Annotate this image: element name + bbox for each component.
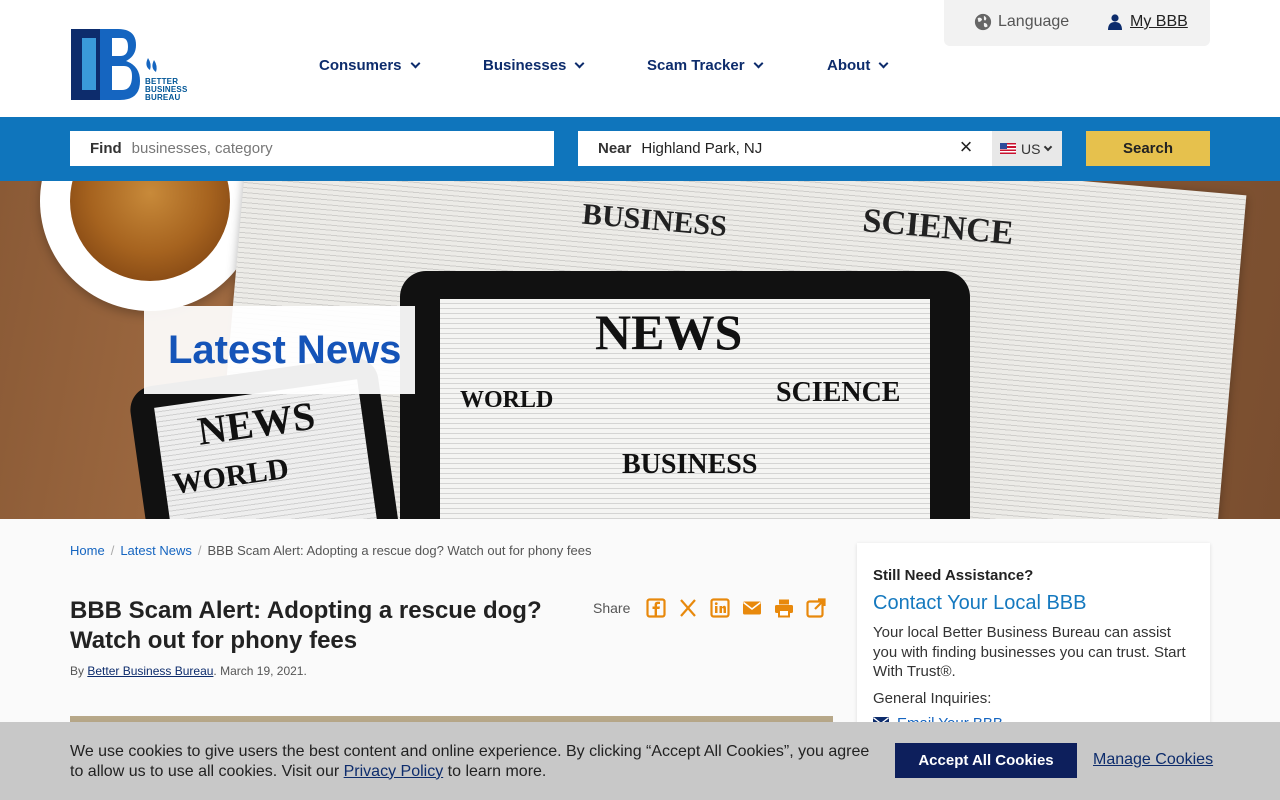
manage-cookies-link[interactable]: Manage Cookies	[1093, 751, 1213, 769]
sidebar-kicker: Still Need Assistance?	[873, 567, 1034, 584]
paper-headline: SCIENCE	[861, 202, 1015, 253]
chevron-down-icon	[753, 58, 764, 68]
user-icon	[1108, 14, 1122, 30]
article-byline: By Better Business Bureau. March 19, 202…	[70, 664, 307, 678]
print-icon[interactable]	[774, 598, 794, 618]
tablet-headline: SCIENCE	[776, 377, 901, 408]
tablet-headline: NEWS	[595, 304, 743, 360]
chevron-down-icon	[410, 58, 420, 68]
article-date: . March 19, 2021.	[213, 664, 307, 678]
tablet-headline: WORLD	[460, 387, 554, 413]
cookie-text-after: to learn more.	[443, 762, 547, 780]
breadcrumb-latest-news[interactable]: Latest News	[120, 543, 192, 558]
email-icon[interactable]	[742, 598, 762, 618]
sidebar-general-inquiries: General Inquiries:	[873, 689, 992, 707]
site-header: BETTER BUSINESS BUREAU Language My BBB C…	[0, 0, 1280, 117]
tablet-image: NEWS WORLD SCIENCE BUSINESS	[400, 271, 970, 519]
phone-screen: NEWS WORLD	[154, 379, 383, 519]
bbb-logo[interactable]: BETTER BUSINESS BUREAU	[70, 28, 190, 102]
linkedin-icon[interactable]	[710, 598, 730, 618]
phone-headline: WORLD	[170, 451, 291, 501]
near-input[interactable]	[641, 140, 932, 157]
nav-scam-tracker-label: Scam Tracker	[647, 56, 745, 74]
find-box: Find	[70, 131, 554, 166]
tablet-headline: BUSINESS	[622, 449, 758, 480]
sidebar-title: Contact Your Local BBB	[873, 592, 1087, 614]
search-band: Find Near × US Search	[0, 117, 1280, 181]
globe-icon	[974, 13, 992, 31]
chevron-down-icon	[1044, 142, 1053, 151]
hero-title: Latest News	[168, 327, 402, 372]
utility-bar: Language My BBB	[944, 0, 1210, 46]
hero-title-box: Latest News	[144, 306, 415, 394]
breadcrumb-current: BBB Scam Alert: Adopting a rescue dog? W…	[207, 543, 592, 558]
paper-headline: BUSINESS	[580, 197, 729, 244]
privacy-policy-link[interactable]: Privacy Policy	[344, 763, 444, 780]
chevron-down-icon	[574, 58, 585, 68]
accept-cookies-button[interactable]: Accept All Cookies	[895, 743, 1077, 778]
logo-wordmark: BETTER BUSINESS BUREAU	[145, 78, 188, 102]
external-link-icon[interactable]	[806, 598, 826, 618]
search-button[interactable]: Search	[1086, 131, 1210, 166]
language-selector[interactable]: Language	[974, 13, 1069, 31]
nav-businesses[interactable]: Businesses	[483, 56, 585, 74]
x-icon[interactable]	[678, 598, 698, 618]
country-selector[interactable]: US	[992, 131, 1062, 166]
my-bbb-label: My BBB	[1130, 13, 1188, 30]
cookie-text: We use cookies to give users the best co…	[70, 742, 870, 781]
near-label: Near	[598, 140, 632, 157]
language-label: Language	[998, 13, 1070, 30]
near-box: Near ×	[578, 131, 992, 166]
sidebar-body: Your local Better Business Bureau can as…	[873, 624, 1186, 680]
my-bbb-link[interactable]: My BBB	[1108, 13, 1188, 31]
nav-about[interactable]: About	[827, 56, 889, 74]
article-title: BBB Scam Alert: Adopting a rescue dog? W…	[70, 597, 542, 654]
hero-banner: BUSINESS SCIENCE NEWS WORLD SCIENCE BUSI…	[0, 181, 1280, 519]
tablet-screen: NEWS WORLD SCIENCE BUSINESS	[440, 299, 930, 519]
breadcrumb-separator: /	[110, 543, 115, 558]
byline-prefix: By	[70, 664, 88, 678]
nav-consumers-label: Consumers	[319, 56, 402, 74]
nav-businesses-label: Businesses	[483, 56, 567, 74]
coffee-cup-image	[40, 181, 260, 311]
nav-about-label: About	[827, 56, 871, 74]
logo-line-3: BUREAU	[145, 93, 181, 102]
facebook-icon[interactable]	[646, 598, 666, 618]
find-label: Find	[90, 140, 122, 157]
cookie-banner: We use cookies to give users the best co…	[0, 722, 1280, 800]
nav-scam-tracker[interactable]: Scam Tracker	[647, 56, 764, 74]
clear-icon[interactable]: ×	[956, 136, 976, 159]
country-label: US	[1021, 140, 1041, 157]
chevron-down-icon	[878, 58, 889, 68]
breadcrumb: Home / Latest News / BBB Scam Alert: Ado…	[70, 543, 591, 558]
share-label: Share	[593, 600, 631, 616]
breadcrumb-separator: /	[197, 543, 202, 558]
share-bar: Share	[593, 598, 826, 618]
us-flag-icon	[1000, 143, 1016, 154]
breadcrumb-home[interactable]: Home	[70, 543, 105, 558]
nav-consumers[interactable]: Consumers	[319, 56, 420, 74]
author-link[interactable]: Better Business Bureau	[87, 664, 213, 678]
find-input[interactable]	[131, 140, 512, 157]
phone-headline: NEWS	[194, 392, 318, 454]
